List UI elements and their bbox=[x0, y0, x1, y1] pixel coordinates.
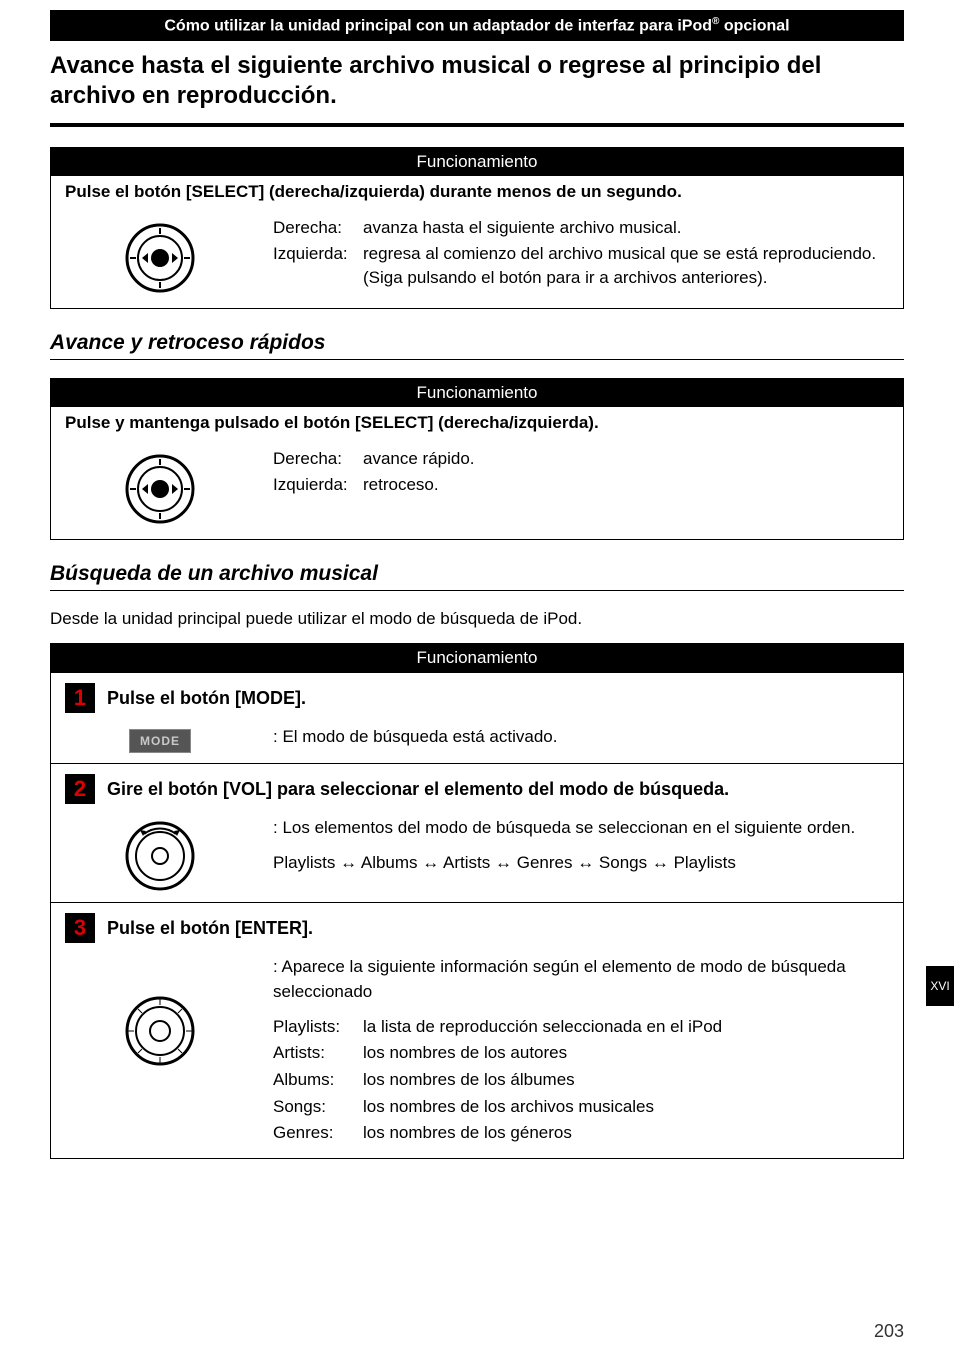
operation-header: Funcionamiento bbox=[51, 644, 903, 672]
step-description: : El modo de búsqueda está activado. bbox=[273, 725, 889, 750]
item-key: Songs: bbox=[273, 1095, 363, 1120]
step-number: 2 bbox=[65, 774, 95, 804]
operation-description: Derecha: avance rápido. Izquierda: retro… bbox=[273, 447, 889, 499]
step-number: 3 bbox=[65, 913, 95, 943]
item-val: los nombres de los archivos musicales bbox=[363, 1095, 889, 1120]
chapter-banner: Cómo utilizar la unidad principal con un… bbox=[50, 10, 904, 41]
step-title: Gire el botón [VOL] para seleccionar el … bbox=[107, 779, 729, 800]
operation-instruction: Pulse el botón [SELECT] (derecha/izquier… bbox=[51, 176, 903, 208]
select-knob-icon bbox=[65, 447, 255, 525]
direction-left-label: Izquierda: bbox=[273, 473, 363, 497]
item-val: los nombres de los álbumes bbox=[363, 1068, 889, 1093]
mode-button-icon: MODE bbox=[65, 725, 255, 753]
item-val: los nombres de los autores bbox=[363, 1041, 889, 1066]
step-title: Pulse el botón [ENTER]. bbox=[107, 918, 313, 939]
operation-description: Derecha: avanza hasta el siguiente archi… bbox=[273, 216, 889, 291]
step-3: 3 Pulse el botón [ENTER]. bbox=[51, 902, 903, 1157]
direction-right-text: avanza hasta el siguiente archivo musica… bbox=[363, 216, 889, 240]
operation-box-search: Funcionamiento 1 Pulse el botón [MODE]. … bbox=[50, 643, 904, 1158]
page-title: Avance hasta el siguiente archivo musica… bbox=[50, 45, 904, 127]
direction-left-text: retroceso. bbox=[363, 473, 889, 497]
step-desc-line1: : Los elementos del modo de búsqueda se … bbox=[273, 816, 889, 841]
item-val: la lista de reproducción seleccionada en… bbox=[363, 1015, 889, 1040]
step-1: 1 Pulse el botón [MODE]. MODE : El modo … bbox=[51, 672, 903, 763]
step-desc-sequence: Playlists ↔ Albums ↔ Artists ↔ Genres ↔ … bbox=[273, 851, 889, 876]
operation-instruction: Pulse y mantenga pulsado el botón [SELEC… bbox=[51, 407, 903, 439]
operation-header: Funcionamiento bbox=[51, 379, 903, 407]
item-val: los nombres de los géneros bbox=[363, 1121, 889, 1146]
item-key: Genres: bbox=[273, 1121, 363, 1146]
banner-text-pre: Cómo utilizar la unidad principal con un… bbox=[164, 17, 712, 34]
direction-right-label: Derecha: bbox=[273, 216, 363, 240]
page-number: 203 bbox=[874, 1321, 904, 1342]
chapter-tab: XVI bbox=[926, 966, 954, 1006]
direction-right-label: Derecha: bbox=[273, 447, 363, 471]
search-items-list: Playlists:la lista de reproducción selec… bbox=[273, 1015, 889, 1146]
section-search-title: Búsqueda de un archivo musical bbox=[50, 562, 904, 591]
direction-right-text: avance rápido. bbox=[363, 447, 889, 471]
operation-box-skip: Funcionamiento Pulse el botón [SELECT] (… bbox=[50, 147, 904, 309]
step-2: 2 Gire el botón [VOL] para seleccionar e… bbox=[51, 763, 903, 902]
item-key: Artists: bbox=[273, 1041, 363, 1066]
mode-button-label: MODE bbox=[129, 729, 191, 753]
page-content: Cómo utilizar la unidad principal con un… bbox=[0, 10, 954, 1159]
operation-body: Derecha: avanza hasta el siguiente archi… bbox=[51, 208, 903, 308]
enter-knob-icon bbox=[65, 955, 255, 1067]
direction-left-label: Izquierda: bbox=[273, 242, 363, 290]
step-desc-intro: : Aparece la siguiente información según… bbox=[273, 955, 889, 1004]
step-description: : Aparece la siguiente información según… bbox=[273, 955, 889, 1147]
item-key: Playlists: bbox=[273, 1015, 363, 1040]
operation-header: Funcionamiento bbox=[51, 148, 903, 176]
banner-text-post: opcional bbox=[719, 17, 789, 34]
operation-body: Derecha: avance rápido. Izquierda: retro… bbox=[51, 439, 903, 539]
section-fastforward-title: Avance y retroceso rápidos bbox=[50, 331, 904, 360]
section-search-intro: Desde la unidad principal puede utilizar… bbox=[50, 609, 904, 629]
select-knob-icon bbox=[65, 216, 255, 294]
operation-box-ffrw: Funcionamiento Pulse y mantenga pulsado … bbox=[50, 378, 904, 540]
item-key: Albums: bbox=[273, 1068, 363, 1093]
step-title: Pulse el botón [MODE]. bbox=[107, 688, 306, 709]
step-description: : Los elementos del modo de búsqueda se … bbox=[273, 816, 889, 875]
vol-knob-icon bbox=[65, 816, 255, 892]
step-number: 1 bbox=[65, 683, 95, 713]
direction-left-text: regresa al comienzo del archivo musical … bbox=[363, 242, 889, 290]
